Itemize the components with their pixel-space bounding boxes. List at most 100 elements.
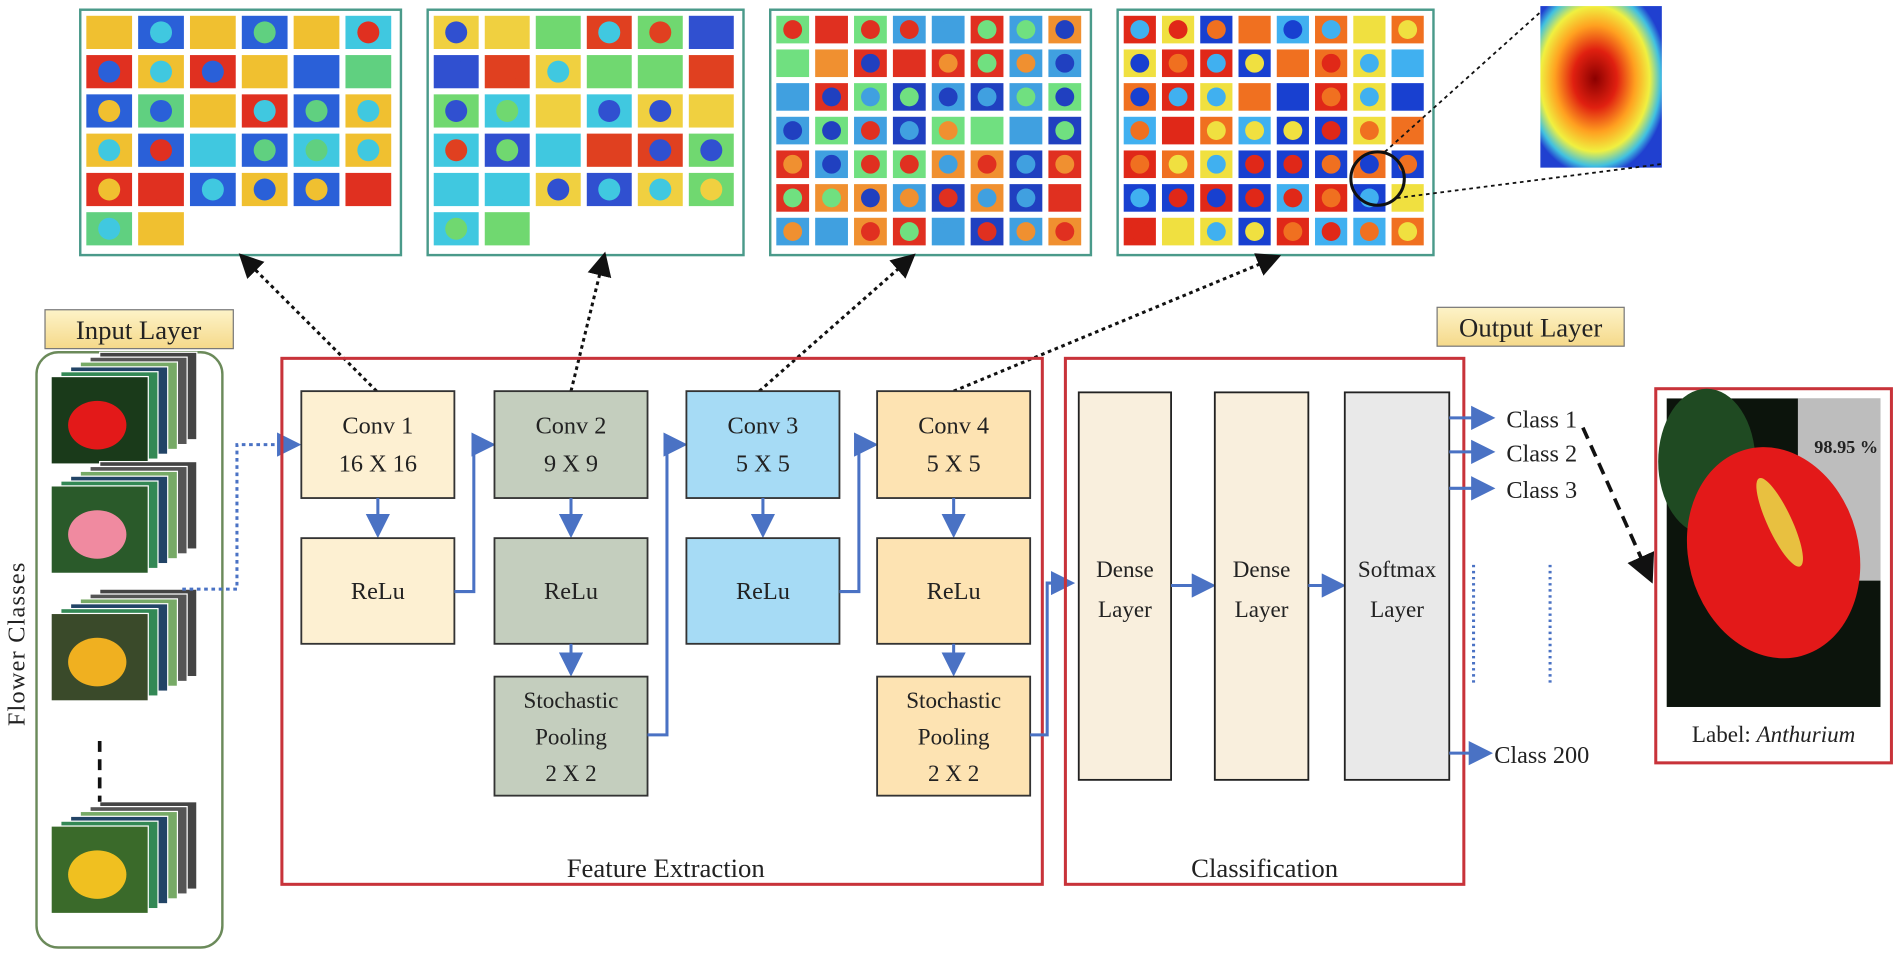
feature-map bbox=[688, 94, 734, 128]
feature-map bbox=[931, 49, 965, 78]
feature-map bbox=[189, 172, 236, 207]
conv-label: Conv 4 bbox=[918, 413, 989, 440]
pooling-label: 2 X 2 bbox=[545, 760, 596, 786]
kernel-size: 5 X 5 bbox=[736, 450, 790, 477]
feature-map bbox=[1391, 217, 1424, 246]
feature-map bbox=[138, 94, 184, 128]
feature-map bbox=[1200, 116, 1233, 145]
feature-map bbox=[892, 15, 926, 44]
feature-map bbox=[892, 184, 926, 212]
feature-map bbox=[931, 150, 965, 179]
feature-map-grid bbox=[426, 8, 745, 257]
flow-arrow bbox=[839, 432, 879, 594]
feature-map bbox=[345, 15, 392, 49]
feature-map bbox=[776, 217, 810, 246]
feature-map bbox=[1391, 15, 1424, 44]
feature-map bbox=[1315, 83, 1348, 111]
feature-map bbox=[892, 150, 926, 179]
layer-label: Layer bbox=[1235, 596, 1289, 622]
confidence-score: 98.95 % bbox=[1814, 437, 1878, 457]
feature-map bbox=[433, 94, 479, 128]
feature-map bbox=[1123, 217, 1156, 246]
feature-map bbox=[815, 83, 848, 111]
input-image-stacks bbox=[50, 351, 198, 915]
map-link bbox=[758, 253, 916, 393]
pooling-label: 2 X 2 bbox=[928, 760, 979, 786]
feature-map bbox=[484, 212, 530, 246]
feature-map bbox=[1238, 217, 1271, 246]
feature-map bbox=[688, 15, 734, 49]
feature-map bbox=[1276, 83, 1309, 111]
feature-map bbox=[1009, 15, 1043, 44]
feature-map bbox=[1048, 49, 1082, 78]
flow-arrow bbox=[647, 432, 688, 737]
feature-map bbox=[815, 217, 848, 246]
feature-map bbox=[1123, 116, 1156, 145]
feature-map bbox=[535, 94, 581, 128]
feature-map bbox=[1315, 184, 1348, 212]
feature-map bbox=[776, 83, 810, 111]
feature-map bbox=[484, 172, 530, 207]
feature-map bbox=[433, 55, 479, 89]
feature-map bbox=[1238, 83, 1271, 111]
relu-label: ReLu bbox=[351, 578, 405, 605]
feature-map bbox=[1123, 83, 1156, 111]
feature-map bbox=[637, 55, 683, 89]
feature-map bbox=[1276, 15, 1309, 44]
feature-map bbox=[1353, 83, 1386, 111]
layer-label: Layer bbox=[1370, 596, 1424, 622]
classification-layer-3: Softmax Layer bbox=[1343, 391, 1451, 781]
conv-label: Conv 2 bbox=[536, 413, 607, 440]
feature-map bbox=[189, 55, 236, 89]
feature-map bbox=[776, 15, 810, 44]
feature-map bbox=[1161, 116, 1195, 145]
feature-map bbox=[637, 133, 683, 167]
feature-map bbox=[1009, 150, 1043, 179]
feature-map bbox=[892, 83, 926, 111]
feature-map bbox=[293, 172, 340, 207]
feature-map bbox=[854, 116, 887, 145]
feature-map bbox=[1315, 217, 1348, 246]
feature-map bbox=[535, 172, 581, 207]
feature-map bbox=[1238, 49, 1271, 78]
feature-map bbox=[931, 83, 965, 111]
feature-map bbox=[189, 94, 236, 128]
layer-label: Dense bbox=[1233, 556, 1291, 582]
feature-map bbox=[1353, 49, 1386, 78]
feature-map bbox=[1161, 83, 1195, 111]
map-link bbox=[569, 251, 612, 392]
flower-classes-label: Flower Classes bbox=[3, 561, 30, 726]
image-stack bbox=[50, 801, 198, 915]
feature-map bbox=[86, 15, 133, 49]
feature-map bbox=[931, 184, 965, 212]
relu-label: ReLu bbox=[736, 578, 790, 605]
feature-map bbox=[854, 15, 887, 44]
feature-map bbox=[1009, 116, 1043, 145]
feature-map bbox=[1200, 217, 1233, 246]
feature-map bbox=[189, 133, 236, 167]
pooling-label: Pooling bbox=[918, 724, 990, 750]
feature-map bbox=[688, 55, 734, 89]
conv-label: Conv 3 bbox=[728, 413, 799, 440]
feature-map bbox=[586, 172, 632, 207]
pooling-label: Pooling bbox=[535, 724, 607, 750]
feature-map bbox=[1353, 15, 1386, 44]
feature-map bbox=[970, 83, 1004, 111]
feature-map bbox=[1200, 184, 1233, 212]
class-label: Class 200 bbox=[1494, 742, 1589, 769]
feature-map bbox=[815, 150, 848, 179]
feature-map bbox=[433, 15, 479, 49]
classification-layer-1: Dense Layer bbox=[1077, 391, 1172, 781]
feature-map bbox=[637, 15, 683, 49]
feature-map bbox=[1276, 116, 1309, 145]
feature-map bbox=[138, 133, 184, 167]
feature-map bbox=[345, 133, 392, 167]
feature-map bbox=[1238, 116, 1271, 145]
feature-map bbox=[535, 55, 581, 89]
feature-map bbox=[1238, 184, 1271, 212]
feature-map bbox=[1161, 150, 1195, 179]
feature-map bbox=[854, 83, 887, 111]
feature-map bbox=[1048, 217, 1082, 246]
layer-label: Softmax bbox=[1358, 556, 1437, 582]
layer-label: Dense bbox=[1096, 556, 1154, 582]
